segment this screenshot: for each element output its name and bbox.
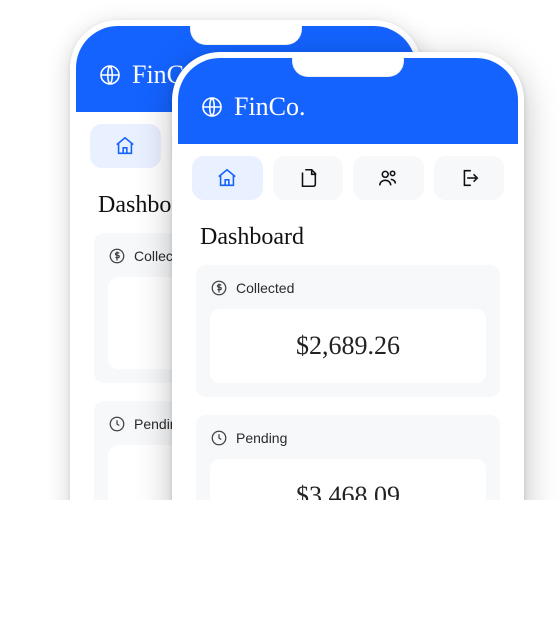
dollar-icon — [108, 247, 126, 265]
home-icon — [114, 135, 136, 157]
home-icon — [216, 167, 238, 189]
clock-icon — [108, 415, 126, 433]
nav-bar — [178, 144, 518, 212]
users-icon — [377, 167, 399, 189]
card-collected: Collected $2,689.26 — [196, 265, 500, 397]
card-collected-amount: $2,689.26 — [210, 309, 486, 383]
nav-home[interactable] — [90, 124, 161, 168]
nav-documents[interactable] — [273, 156, 344, 200]
notch — [292, 58, 404, 77]
clock-icon — [210, 429, 228, 447]
globe-icon — [200, 95, 224, 119]
brand-name: FinCo. — [234, 92, 306, 122]
nav-logout[interactable] — [434, 156, 505, 200]
bottom-fade — [0, 500, 560, 620]
card-pending-label: Pending — [236, 430, 287, 446]
page-title: Dashboard — [200, 224, 496, 251]
notch — [190, 26, 302, 45]
nav-home[interactable] — [192, 156, 263, 200]
dollar-icon — [210, 279, 228, 297]
globe-icon — [98, 63, 122, 87]
card-collected-label: Collected — [236, 280, 294, 296]
document-icon — [297, 167, 319, 189]
logout-icon — [458, 167, 480, 189]
nav-users[interactable] — [353, 156, 424, 200]
